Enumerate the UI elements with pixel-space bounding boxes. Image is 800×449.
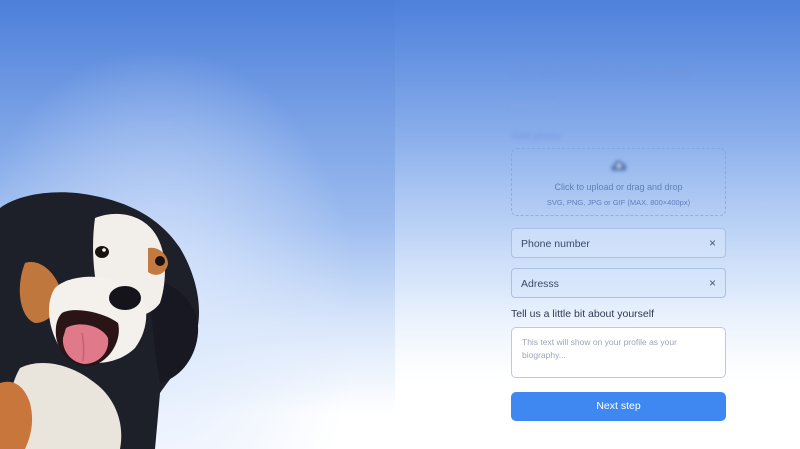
address-field[interactable]: Adresss × bbox=[511, 268, 726, 298]
phone-number-label: Phone number bbox=[521, 238, 590, 250]
form-subtitle: Step 2 of 3 bbox=[511, 100, 555, 110]
upload-file-types: SVG, PNG, JPG or GIF (MAX. 800×400px) bbox=[546, 198, 691, 207]
dog-image bbox=[0, 192, 200, 449]
address-label: Adresss bbox=[521, 278, 559, 290]
upload-dropzone[interactable]: Click to upload or drag and drop SVG, PN… bbox=[511, 148, 726, 216]
next-step-button[interactable]: Next step bbox=[511, 392, 726, 421]
bio-textarea[interactable]: This text will show on your profile as y… bbox=[511, 327, 726, 378]
address-clear-icon[interactable]: × bbox=[709, 276, 716, 290]
upload-cloud-icon bbox=[610, 160, 627, 171]
phone-clear-icon[interactable]: × bbox=[709, 236, 716, 250]
phone-number-field[interactable]: Phone number × bbox=[511, 228, 726, 258]
photo-label: Add photo bbox=[511, 131, 561, 142]
bio-label: Tell us a little bit about yourself bbox=[511, 308, 654, 320]
bio-placeholder: This text will show on your profile as y… bbox=[522, 337, 677, 360]
upload-instructions: Click to upload or drag and drop bbox=[554, 182, 683, 192]
form-title: Tell us more about yourself bbox=[511, 63, 693, 79]
